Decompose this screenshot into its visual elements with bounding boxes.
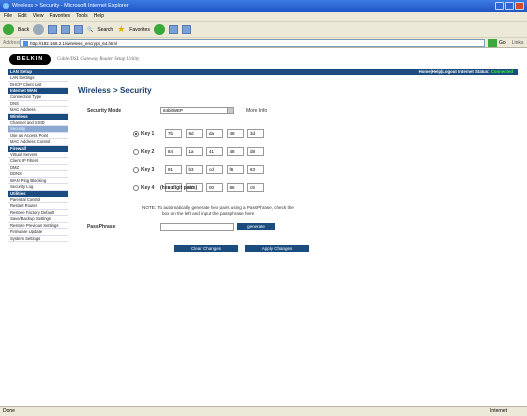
clear-changes-button[interactable]: Clear Changes <box>174 245 238 252</box>
passphrase-note: NOTE: To automatically generate hex pair… <box>142 205 362 217</box>
menu-tools[interactable]: Tools <box>76 12 88 21</box>
close-button[interactable] <box>515 2 524 10</box>
favorites-star-icon[interactable]: ★ <box>117 24 125 35</box>
key2-hex-1[interactable]: 84 <box>165 147 182 156</box>
key3-hex-5[interactable]: 63 <box>247 165 264 174</box>
refresh-icon[interactable] <box>61 25 71 34</box>
sidebar-item-system-settings[interactable]: System Settings <box>8 236 68 242</box>
key3-radio[interactable] <box>133 166 139 173</box>
key2-hex-2[interactable]: 1a <box>185 147 203 156</box>
forward-arrow-icon[interactable] <box>33 24 45 35</box>
key4-hex-4[interactable]: 86 <box>226 183 244 192</box>
chevron-down-icon[interactable] <box>227 107 234 114</box>
key3-label: Key 3 <box>141 166 155 173</box>
browser-toolbar: Back 🔍 Search ★ Favorites <box>0 21 527 37</box>
security-mode-value: 64bitWEP <box>163 108 184 113</box>
security-mode-label: Security Mode <box>87 108 122 114</box>
favorites-button-label[interactable]: Favorites <box>129 27 150 33</box>
key-row-2: Key 2 84 1a 41 48 d8 <box>133 147 268 156</box>
key4-hex-5[interactable]: c9 <box>247 183 264 192</box>
links-button[interactable]: Links <box>512 40 524 46</box>
back-arrow-icon[interactable] <box>3 24 14 35</box>
belkin-logo: BELKIN <box>9 53 51 65</box>
key3-hex-1[interactable]: 91 <box>165 165 182 174</box>
search-icon[interactable]: 🔍 <box>87 27 93 33</box>
stop-icon[interactable] <box>48 25 58 34</box>
window-buttons <box>495 2 524 10</box>
web-page: BELKIN Cable/DSL Gateway Router Setup Ut… <box>0 48 527 406</box>
key3-hex-2[interactable]: b3 <box>185 165 203 174</box>
key2-radio[interactable] <box>133 148 139 155</box>
passphrase-label: PassPhrase <box>87 224 116 230</box>
window-title: Wireless > Security - Microsoft Internet… <box>12 3 129 9</box>
apply-changes-button[interactable]: Apply Changes <box>245 245 309 252</box>
key2-label: Key 2 <box>141 148 155 155</box>
home-icon[interactable] <box>74 25 84 34</box>
menu-help[interactable]: Help <box>94 12 104 21</box>
key2-hex-5[interactable]: d8 <box>247 147 264 156</box>
key1-label: Key 1 <box>141 130 155 137</box>
internet-status-label: Internet Status: <box>458 69 490 74</box>
key1-hex-3[interactable]: da <box>206 129 223 138</box>
key2-hex-3[interactable]: 41 <box>206 147 223 156</box>
status-bar: Done Internet <box>0 406 527 416</box>
key3-hex-3[interactable]: cd <box>206 165 223 174</box>
sidebar: LAN Setup LAN Settings DHCP Client List … <box>8 69 68 242</box>
router-header: BELKIN Cable/DSL Gateway Router Setup Ut… <box>0 52 518 66</box>
status-zone: Internet <box>490 408 507 414</box>
search-button-label[interactable]: Search <box>97 27 113 33</box>
key1-hex-5[interactable]: 3d <box>247 129 264 138</box>
go-arrow-icon[interactable] <box>488 38 497 47</box>
minimize-button[interactable] <box>495 2 504 10</box>
ie-icon <box>3 3 9 9</box>
menu-bar: File Edit View Favorites Tools Help <box>0 12 527 21</box>
router-tagline: Cable/DSL Gateway Router Setup Utility <box>57 56 140 62</box>
key1-hex-4[interactable]: 48 <box>226 129 244 138</box>
menu-file[interactable]: File <box>4 12 12 21</box>
key4-hex-3[interactable]: 00 <box>206 183 223 192</box>
key3-hex-4[interactable]: f6 <box>226 165 244 174</box>
print-icon[interactable] <box>181 25 191 34</box>
more-info-link[interactable]: More Info <box>246 108 267 114</box>
nav-links[interactable]: Home|Help|Logout <box>419 69 457 74</box>
back-button-label[interactable]: Back <box>18 27 29 33</box>
menu-edit[interactable]: Edit <box>18 12 27 21</box>
generate-button[interactable]: generate <box>237 223 275 230</box>
address-bar: Address http://192.168.2.1/wireless_encr… <box>0 37 527 48</box>
top-nav: Home|Help|Logout Internet Status: Connec… <box>68 69 518 75</box>
menu-favorites[interactable]: Favorites <box>49 12 70 21</box>
key1-radio[interactable] <box>133 130 139 137</box>
note-line-2: box on the left and input the passphrase… <box>162 211 255 216</box>
key4-radio[interactable] <box>133 184 139 191</box>
address-label: Address <box>3 39 22 46</box>
mail-icon[interactable] <box>168 25 178 34</box>
security-mode-select[interactable]: 64bitWEP <box>160 107 234 114</box>
internet-status-value: Connected <box>490 69 513 74</box>
media-icon[interactable] <box>153 24 165 35</box>
page-title: Wireless > Security <box>78 86 152 95</box>
go-button[interactable]: Go <box>499 40 506 46</box>
key1-hex-1[interactable]: 7b <box>165 129 182 138</box>
key-row-4: Key 4 e3 8d 00 86 c9 <box>133 183 268 192</box>
menu-view[interactable]: View <box>33 12 44 21</box>
key-row-1: Key 1 7b 8d da 48 3d <box>133 129 268 138</box>
url-input[interactable]: http://192.168.2.1/wireless_encrypt_64.h… <box>20 38 485 47</box>
hex-pairs-note: (hex digit pairs) <box>160 185 198 191</box>
passphrase-input[interactable] <box>160 223 234 231</box>
status-done: Done <box>3 408 15 414</box>
key-row-3: Key 3 91 b3 cd f6 63 <box>133 165 268 174</box>
key2-hex-4[interactable]: 48 <box>226 147 244 156</box>
window-title-bar: Wireless > Security - Microsoft Internet… <box>0 0 527 12</box>
key1-hex-2[interactable]: 8d <box>185 129 203 138</box>
maximize-button[interactable] <box>505 2 514 10</box>
